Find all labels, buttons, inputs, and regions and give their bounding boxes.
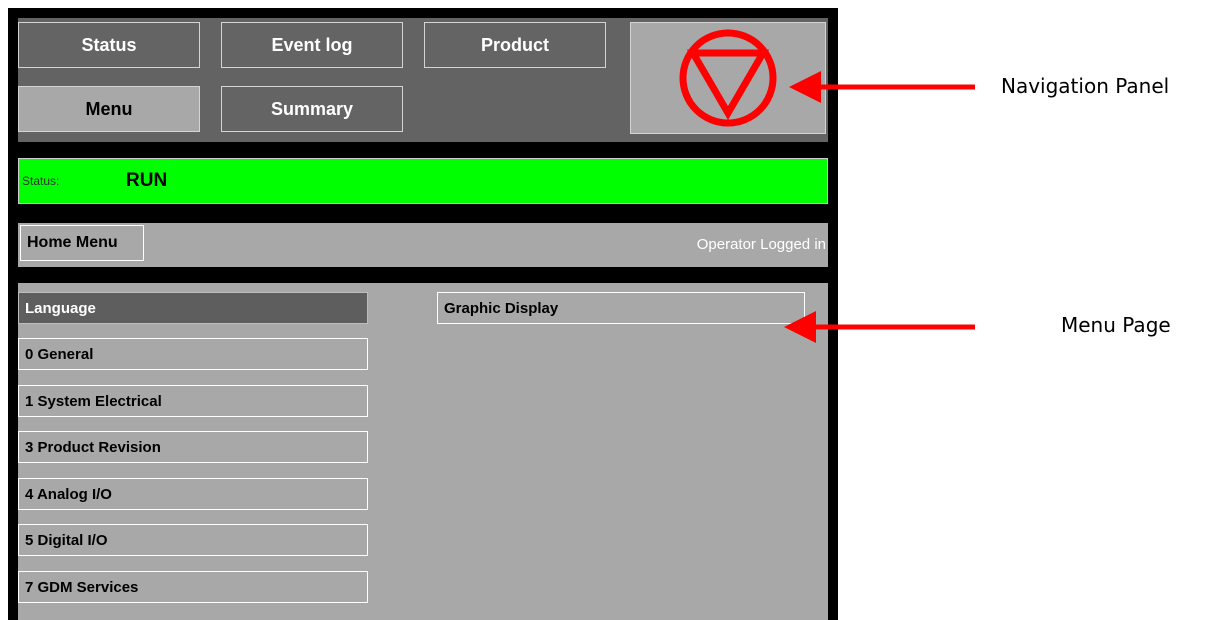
status-bar: Status: RUN	[18, 158, 828, 204]
product-button[interactable]: Product	[424, 22, 606, 68]
menu-item-general[interactable]: 0 General	[18, 338, 368, 370]
navigation-panel: Status Event log Product Menu Summary	[18, 18, 828, 142]
menu-item-digital-io[interactable]: 5 Digital I/O	[18, 524, 368, 556]
menu-item-analog-io[interactable]: 4 Analog I/O	[18, 478, 368, 510]
login-status: Operator Logged in	[696, 236, 826, 253]
menu-button[interactable]: Menu	[18, 86, 200, 132]
event-log-button[interactable]: Event log	[221, 22, 403, 68]
menu-item-product-revision[interactable]: 3 Product Revision	[18, 431, 368, 463]
home-menu-button[interactable]: Home Menu	[20, 225, 144, 261]
summary-button[interactable]: Summary	[221, 86, 403, 132]
menu-page-arrow	[784, 311, 975, 343]
stop-triangle-icon	[679, 29, 777, 127]
hmi-screen: Status Event log Product Menu Summary St…	[8, 8, 838, 620]
menu-item-language[interactable]: Language	[18, 292, 368, 324]
menu-page: Language 0 General 1 System Electrical 3…	[18, 283, 828, 620]
status-label: Status:	[22, 174, 60, 188]
navigation-panel-arrow	[789, 71, 975, 103]
status-value: RUN	[126, 170, 168, 191]
menu-item-system-electrical[interactable]: 1 System Electrical	[18, 385, 368, 417]
toolbar: Home Menu Operator Logged in	[18, 223, 828, 267]
status-button[interactable]: Status	[18, 22, 200, 68]
menu-item-graphic-display[interactable]: Graphic Display	[437, 292, 805, 324]
menu-item-gdm-services[interactable]: 7 GDM Services	[18, 571, 368, 603]
navigation-panel-annotation: Navigation Panel	[1001, 74, 1170, 98]
menu-page-annotation: Menu Page	[1061, 313, 1171, 337]
